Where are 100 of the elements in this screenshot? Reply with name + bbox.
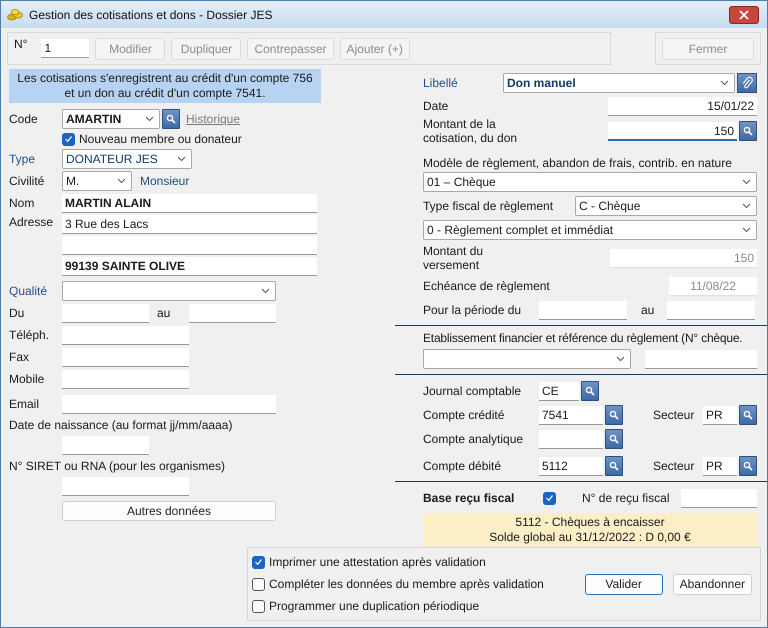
field-label: Montant du versement <box>423 244 484 272</box>
search-button[interactable] <box>605 456 623 476</box>
input-field[interactable]: PR <box>703 406 737 424</box>
search-button[interactable] <box>739 405 757 425</box>
input-field[interactable] <box>62 370 189 388</box>
field-label: Pour la période du <box>423 303 522 317</box>
field-label: Type <box>9 152 36 166</box>
input-field[interactable] <box>645 350 757 368</box>
search-button[interactable] <box>162 109 180 129</box>
search-icon <box>743 461 753 471</box>
chevron-icon <box>117 178 126 184</box>
input-field[interactable]: 3 Rue des Lacs <box>62 215 317 234</box>
search-button[interactable] <box>739 456 757 476</box>
search-icon <box>585 386 595 396</box>
attach-button[interactable] <box>737 73 757 93</box>
more-data-button[interactable]: Autres données <box>62 501 276 521</box>
field-label: au <box>156 306 172 320</box>
dropdown[interactable]: DONATEUR JES <box>62 149 192 169</box>
input-field[interactable]: 1 <box>41 39 90 58</box>
input-field[interactable] <box>667 300 755 320</box>
input-field[interactable]: 150 <box>608 122 737 140</box>
search-button[interactable] <box>581 381 599 401</box>
input-field[interactable] <box>62 304 149 322</box>
dialog-button[interactable]: Valider <box>584 574 663 594</box>
dropdown[interactable]: AMARTIN <box>62 109 160 129</box>
chevron-icon <box>616 356 625 362</box>
input-field[interactable] <box>189 304 276 322</box>
field-label: Compte crédité <box>423 408 506 422</box>
search-icon <box>609 410 619 420</box>
input-field[interactable] <box>539 300 627 320</box>
window-title: Gestion des cotisations et dons - Dossier JES <box>29 8 272 22</box>
input-field[interactable]: CE <box>539 382 579 400</box>
dropdown[interactable] <box>62 281 276 301</box>
dropdown[interactable] <box>423 349 631 369</box>
dropdown[interactable]: M. <box>62 171 132 191</box>
input-field[interactable]: 99139 SAINTE OLIVE <box>62 257 317 276</box>
input-field[interactable] <box>539 430 603 448</box>
chevron-icon <box>720 80 729 86</box>
dropdown[interactable]: Don manuel <box>503 73 735 93</box>
field-label: Montant de la cotisation, du don <box>423 117 518 145</box>
input-field[interactable] <box>681 488 757 508</box>
field-label: Secteur <box>653 408 696 422</box>
field-label: Adresse <box>9 215 54 229</box>
input-field[interactable]: 15/01/22 <box>608 96 757 116</box>
dropdown[interactable]: 01 – Chèque <box>423 172 757 192</box>
field-label: au <box>640 303 656 317</box>
field-label: N° de reçu fiscal <box>582 491 670 505</box>
search-button[interactable] <box>605 429 623 449</box>
close-button[interactable] <box>729 6 759 24</box>
checkbox-label: Compléter les données du membre après validation <box>269 577 544 591</box>
field-label: N° SIRET ou RNA (pour les organismes) <box>9 458 226 474</box>
checkbox-label: Nouveau membre ou donateur <box>79 132 242 146</box>
field-label: Secteur <box>653 459 696 473</box>
chevron-icon <box>261 288 270 294</box>
search-icon <box>609 434 619 444</box>
input-field[interactable]: 5112 <box>539 456 603 476</box>
field-label: Civilité <box>9 174 46 188</box>
checkbox[interactable] <box>252 600 265 612</box>
field-label: Etablissement financier et référence du règlement (N° chèque. <box>423 330 744 346</box>
info-note: Les cotisations s'enregistrent au crédit d'un compte 756 et un don au crédit d'un compte 7541. <box>9 69 321 103</box>
paperclip-icon <box>741 76 753 90</box>
input-field[interactable]: 7541 <box>539 406 603 424</box>
checkbox[interactable] <box>543 492 556 504</box>
dialog-button[interactable]: Abandonner <box>672 574 752 594</box>
info-text: 5112 - Chèques à encaisser <box>514 515 666 530</box>
search-icon <box>743 126 753 136</box>
check-icon <box>545 494 554 502</box>
field-label: Téléph. <box>9 328 50 342</box>
field-label: Modèle de règlement, abandon de frais, contrib. en nature <box>423 155 733 171</box>
field-label: Du <box>9 306 26 320</box>
coins-icon <box>7 8 23 22</box>
dropdown[interactable]: C - Chèque <box>575 196 757 216</box>
input-field[interactable]: PR <box>703 456 737 476</box>
chevron-icon <box>742 227 751 233</box>
chevron-icon <box>177 156 186 162</box>
civility-text: Monsieur <box>140 174 190 188</box>
search-button[interactable] <box>739 121 757 141</box>
field-label: Nom <box>9 196 36 210</box>
chevron-icon <box>742 203 751 209</box>
field-label: Compte débité <box>423 459 502 473</box>
input-field[interactable] <box>62 348 189 366</box>
checkbox[interactable] <box>252 578 265 590</box>
input-field[interactable]: MARTIN ALAIN <box>62 194 317 212</box>
checkbox[interactable] <box>252 556 265 568</box>
field-label: Fax <box>9 350 30 364</box>
input-field[interactable] <box>62 326 189 344</box>
input-field[interactable] <box>62 394 276 414</box>
dropdown[interactable]: 0 - Règlement complet et immédiat <box>423 220 757 240</box>
check-icon <box>254 558 263 566</box>
field-label: Date <box>423 99 450 113</box>
input-field[interactable] <box>62 476 189 496</box>
field-label: Email <box>9 397 40 411</box>
history-link[interactable]: Historique <box>186 112 240 126</box>
checkbox[interactable] <box>62 132 75 146</box>
close-icon <box>739 10 749 20</box>
info-text: Solde global au 31/12/2022 : D 0,00 € <box>488 530 692 545</box>
search-button[interactable] <box>605 405 623 425</box>
input-field[interactable] <box>62 236 317 255</box>
field-label: Echéance de règlement <box>423 279 551 293</box>
input-field[interactable] <box>62 436 149 454</box>
